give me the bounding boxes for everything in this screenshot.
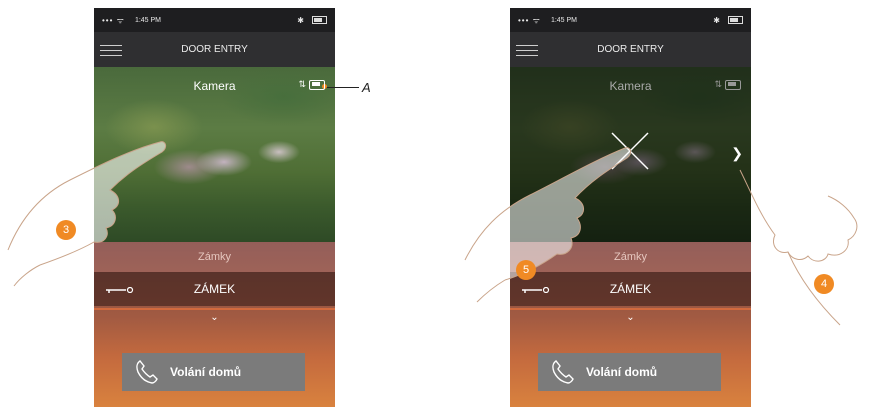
step-callout-3: 3 — [56, 220, 76, 240]
phone-screen-right: ••• ᯤ 1:45 PM ✱ DOOR ENTRY Kamera ⇅ ❯ Zá… — [510, 8, 751, 407]
bluetooth-icon: ✱ — [713, 15, 720, 25]
battery-icon — [728, 16, 743, 24]
camera-view[interactable]: Kamera ⇅ — [94, 67, 335, 242]
app-title: DOOR ENTRY — [181, 44, 248, 55]
key-icon — [522, 287, 550, 293]
locks-header: Zámky — [510, 242, 751, 272]
close-icon[interactable] — [610, 131, 650, 171]
call-home-label: Volání domů — [170, 365, 242, 379]
lock-label: ZÁMEK — [609, 282, 652, 296]
status-bar: ••• ᯤ 1:45 PM ✱ — [94, 8, 335, 32]
camera-status-icons: ⇅ — [298, 79, 325, 90]
step-callout-4: 4 — [814, 274, 834, 294]
wifi-icon: ••• ᯤ — [102, 15, 125, 25]
lock-label: ZÁMEK — [193, 282, 236, 296]
audio-icon: ⇅ — [298, 79, 306, 89]
chevron-down-icon[interactable]: ⌄ — [94, 312, 335, 323]
status-bar: ••• ᯤ 1:45 PM ✱ — [510, 8, 751, 32]
battery-icon — [312, 16, 327, 24]
bottom-panel: Zámky ZÁMEK ⌄ Volání domů — [510, 242, 751, 407]
status-time: 1:45 PM — [134, 16, 162, 24]
phone-icon — [136, 360, 158, 384]
locks-header: Zámky — [94, 242, 335, 272]
wifi-icon: ••• ᯤ — [518, 15, 541, 25]
lock-button[interactable]: ZÁMEK — [510, 272, 751, 306]
call-home-button[interactable]: Volání domů — [122, 353, 305, 391]
menu-icon[interactable] — [516, 41, 538, 57]
audio-icon: ⇅ — [714, 79, 722, 89]
lock-button[interactable]: ZÁMEK — [94, 272, 335, 306]
phone-screen-left: ••• ᯤ 1:45 PM ✱ DOOR ENTRY Kamera ⇅ Zámk… — [94, 8, 335, 407]
chevron-right-icon[interactable]: ❯ — [731, 145, 743, 162]
app-header: DOOR ENTRY — [510, 32, 751, 67]
label-a: A — [362, 80, 371, 95]
phone-icon — [552, 360, 574, 384]
row-divider — [94, 308, 335, 310]
call-home-label: Volání domů — [586, 365, 658, 379]
step-callout-5: 5 — [516, 260, 536, 280]
call-home-button[interactable]: Volání domů — [538, 353, 721, 391]
app-header: DOOR ENTRY — [94, 32, 335, 67]
chevron-down-icon[interactable]: ⌄ — [510, 312, 751, 323]
menu-icon[interactable] — [100, 41, 122, 57]
status-time: 1:45 PM — [550, 16, 578, 24]
key-icon — [106, 287, 134, 293]
camera-status-icons: ⇅ — [714, 79, 741, 90]
row-divider — [510, 308, 751, 310]
camera-battery-icon — [725, 79, 741, 90]
camera-battery-icon — [309, 79, 325, 90]
camera-view[interactable]: Kamera ⇅ ❯ — [510, 67, 751, 242]
bluetooth-icon: ✱ — [297, 15, 304, 25]
app-title: DOOR ENTRY — [597, 44, 664, 55]
bottom-panel: Zámky ZÁMEK ⌄ Volání domů — [94, 242, 335, 407]
